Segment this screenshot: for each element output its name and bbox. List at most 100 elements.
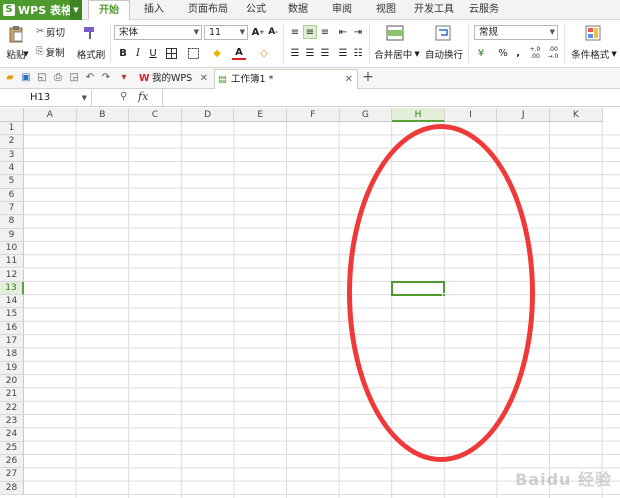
column-header-i[interactable]: I <box>444 108 498 122</box>
tab-page-layout[interactable]: 页面布局 <box>178 0 238 20</box>
close-icon[interactable]: ✕ <box>345 70 353 89</box>
undo-icon[interactable]: ↶ <box>84 72 96 84</box>
row-header-11[interactable]: 11 <box>0 255 24 269</box>
row-header-12[interactable]: 12 <box>0 268 24 282</box>
open-folder-icon[interactable]: ▰ <box>4 72 16 84</box>
column-header-e[interactable]: E <box>234 108 287 122</box>
column-header-a[interactable]: A <box>24 108 77 122</box>
tab-cloud-service[interactable]: 云服务 <box>466 0 502 20</box>
clear-format-icon[interactable]: ◇ <box>257 46 271 60</box>
align-center-icon[interactable]: ☰ <box>303 46 317 60</box>
merge-border-icon[interactable] <box>186 46 200 60</box>
wrap-text-icon[interactable] <box>432 23 454 43</box>
row-header-26[interactable]: 26 <box>0 455 24 469</box>
app-menu-button[interactable]: S WPS 表格 ▼ <box>0 0 82 20</box>
row-header-24[interactable]: 24 <box>0 428 24 442</box>
row-header-7[interactable]: 7 <box>0 201 24 216</box>
column-header-b[interactable]: B <box>76 108 130 122</box>
bold-button[interactable]: B <box>116 46 130 60</box>
customize-toolbar-icon[interactable]: ▾ <box>118 72 130 84</box>
column-header-h[interactable]: H <box>392 108 445 122</box>
number-format-select[interactable]: 常规 ▼ <box>474 25 558 40</box>
decrease-decimal-button[interactable]: .00 →.0 <box>544 44 562 62</box>
column-header-c[interactable]: C <box>129 108 182 122</box>
row-header-9[interactable]: 9 <box>0 228 24 242</box>
zoom-search-icon[interactable]: ⚲ <box>120 91 127 102</box>
row-header-3[interactable]: 3 <box>0 148 24 162</box>
indent-decrease-icon[interactable]: ⇤ <box>336 25 350 39</box>
align-middle-icon[interactable]: ≡ <box>303 25 317 39</box>
column-header-j[interactable]: J <box>497 108 550 122</box>
align-top-icon[interactable]: ≡ <box>288 25 302 39</box>
increase-font-icon[interactable]: A + <box>251 25 265 39</box>
paste-dropdown-icon[interactable]: ▼ <box>22 48 30 60</box>
save-icon[interactable]: ▣ <box>20 72 32 84</box>
font-color-icon[interactable]: A <box>232 46 246 60</box>
conditional-format-icon[interactable] <box>582 23 604 43</box>
distributed-align-icon[interactable]: ☷ <box>351 46 365 60</box>
row-header-28[interactable]: 28 <box>0 481 24 495</box>
row-header-10[interactable]: 10 <box>0 241 24 256</box>
underline-button[interactable]: U <box>146 46 160 60</box>
export-pdf-icon[interactable]: ◱ <box>36 72 48 84</box>
row-header-14[interactable]: 14 <box>0 295 24 309</box>
tab-insert[interactable]: 插入 <box>136 0 172 20</box>
indent-increase-icon[interactable]: ⇥ <box>351 25 365 39</box>
row-header-20[interactable]: 20 <box>0 375 24 389</box>
row-header-4[interactable]: 4 <box>0 161 24 176</box>
cut-button[interactable]: ✂ 剪切 <box>36 25 76 39</box>
row-header-18[interactable]: 18 <box>0 348 24 362</box>
row-header-5[interactable]: 5 <box>0 175 24 189</box>
row-header-2[interactable]: 2 <box>0 135 24 149</box>
fill-color-icon[interactable]: ◆ <box>210 46 224 60</box>
redo-icon[interactable]: ↷ <box>100 72 112 84</box>
percent-button[interactable]: % <box>496 46 510 60</box>
row-header-19[interactable]: 19 <box>0 361 24 376</box>
row-header-21[interactable]: 21 <box>0 388 24 402</box>
doc-tab-my-wps[interactable]: W 我的WPS ✕ <box>136 69 212 89</box>
tab-view[interactable]: 视图 <box>368 0 404 20</box>
fx-button[interactable]: fx <box>138 90 148 103</box>
auto-wrap-button[interactable]: 自动换行 <box>424 48 464 61</box>
border-icon[interactable] <box>164 46 178 60</box>
currency-icon[interactable]: ¥ <box>474 46 488 60</box>
row-header-6[interactable]: 6 <box>0 188 24 202</box>
formula-input[interactable] <box>164 90 620 106</box>
tab-review[interactable]: 审阅 <box>324 0 360 20</box>
row-header-16[interactable]: 16 <box>0 321 24 336</box>
select-all-corner[interactable] <box>0 108 24 122</box>
copy-button[interactable]: ⎘ 复制 <box>36 45 76 59</box>
align-right-icon[interactable]: ☰ <box>318 46 332 60</box>
row-header-13[interactable]: 13 <box>0 281 24 296</box>
column-header-g[interactable]: G <box>339 108 393 122</box>
format-painter-icon[interactable] <box>80 23 100 43</box>
tab-home[interactable]: 开始 <box>88 0 130 21</box>
column-header-d[interactable]: D <box>181 108 235 122</box>
column-header-f[interactable]: F <box>287 108 340 122</box>
font-size-select[interactable]: 11 ▼ <box>204 25 248 40</box>
paste-icon[interactable] <box>4 24 28 44</box>
tab-data[interactable]: 数据 <box>280 0 316 20</box>
align-bottom-icon[interactable]: ≡ <box>318 25 332 39</box>
row-header-25[interactable]: 25 <box>0 441 24 455</box>
print-preview-icon[interactable]: ◲ <box>68 72 80 84</box>
decrease-font-icon[interactable]: A- <box>266 25 280 39</box>
name-box[interactable]: H13 ▼ <box>0 90 92 106</box>
close-icon[interactable]: ✕ <box>200 69 208 88</box>
merge-center-button[interactable]: 合并居中 ▼ <box>372 48 422 61</box>
row-header-15[interactable]: 15 <box>0 308 24 322</box>
column-header-k[interactable]: K <box>550 108 603 122</box>
row-header-8[interactable]: 8 <box>0 215 24 229</box>
font-name-select[interactable]: 宋体 ▼ <box>114 25 202 40</box>
italic-button[interactable]: I <box>131 46 145 60</box>
align-left-icon[interactable]: ☰ <box>288 46 302 60</box>
print-icon[interactable]: ⎙ <box>52 72 64 84</box>
format-painter-button[interactable]: 格式刷 <box>76 48 106 61</box>
increase-decimal-button[interactable]: +.0 .00 <box>526 44 544 62</box>
row-header-1[interactable]: 1 <box>0 122 24 136</box>
doc-tab-workbook1[interactable]: ▤ 工作簿1 * ✕ <box>214 69 358 89</box>
comma-style-button[interactable]: ‚ <box>511 46 525 60</box>
row-header-17[interactable]: 17 <box>0 335 24 349</box>
row-header-22[interactable]: 22 <box>0 401 24 416</box>
tab-developer[interactable]: 开发工具 <box>410 0 458 20</box>
